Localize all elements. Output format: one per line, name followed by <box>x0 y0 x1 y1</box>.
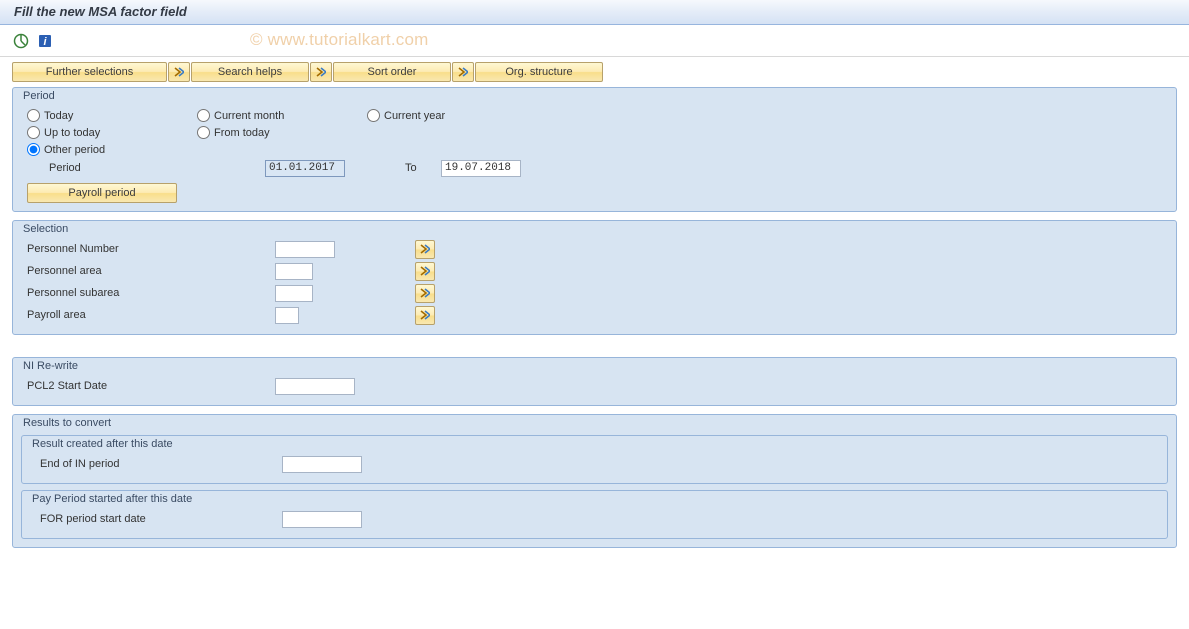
personnel-subarea-input[interactable] <box>275 285 313 302</box>
page-title: Fill the new MSA factor field <box>0 0 1189 25</box>
period-group-title: Period <box>21 88 1168 105</box>
for-period-start-date-input[interactable] <box>282 511 362 528</box>
toolbar: i © www.tutorialkart.com <box>0 25 1189 54</box>
result-created-title: Result created after this date <box>30 436 1159 453</box>
personnel-subarea-label: Personnel subarea <box>25 287 275 299</box>
results-group-title: Results to convert <box>21 415 1168 432</box>
payroll-area-input[interactable] <box>275 307 299 324</box>
org-structure-button[interactable]: Org. structure <box>475 62 603 82</box>
multiple-selection-button[interactable] <box>415 240 435 259</box>
results-group: Results to convert Result created after … <box>12 414 1177 548</box>
end-of-in-period-input[interactable] <box>282 456 362 473</box>
period-to-label: To <box>405 162 441 174</box>
payroll-period-button[interactable]: Payroll period <box>27 183 177 203</box>
radio-up-to-today[interactable]: Up to today <box>27 126 197 139</box>
arrow-icon[interactable] <box>310 62 332 82</box>
arrow-icon[interactable] <box>452 62 474 82</box>
pay-period-subgroup: Pay Period started after this date FOR p… <box>21 490 1168 539</box>
radio-other-period[interactable]: Other period <box>27 143 197 156</box>
info-icon[interactable]: i <box>36 32 54 50</box>
multiple-selection-button[interactable] <box>415 306 435 325</box>
search-helps-button[interactable]: Search helps <box>191 62 309 82</box>
personnel-number-label: Personnel Number <box>25 243 275 255</box>
pcl2-start-date-label: PCL2 Start Date <box>25 380 275 392</box>
period-label: Period <box>49 162 265 174</box>
selection-group-title: Selection <box>21 221 1168 238</box>
action-button-row: Further selections Search helps Sort ord… <box>0 57 1189 87</box>
multiple-selection-button[interactable] <box>415 262 435 281</box>
ni-rewrite-group: NI Re-write PCL2 Start Date <box>12 357 1177 406</box>
sort-order-button[interactable]: Sort order <box>333 62 451 82</box>
pcl2-start-date-input[interactable] <box>275 378 355 395</box>
period-from-input[interactable] <box>265 160 345 177</box>
period-to-input[interactable] <box>441 160 521 177</box>
personnel-number-input[interactable] <box>275 241 335 258</box>
multiple-selection-button[interactable] <box>415 284 435 303</box>
further-selections-button[interactable]: Further selections <box>12 62 167 82</box>
radio-label: Current month <box>214 110 284 122</box>
end-of-in-period-label: End of IN period <box>38 458 282 470</box>
radio-label: From today <box>214 127 270 139</box>
pay-period-title: Pay Period started after this date <box>30 491 1159 508</box>
radio-label: Other period <box>44 144 105 156</box>
for-period-start-date-label: FOR period start date <box>38 513 282 525</box>
personnel-area-input[interactable] <box>275 263 313 280</box>
radio-label: Up to today <box>44 127 100 139</box>
ni-rewrite-group-title: NI Re-write <box>21 358 1168 375</box>
radio-today[interactable]: Today <box>27 109 197 122</box>
personnel-area-label: Personnel area <box>25 265 275 277</box>
radio-current-month[interactable]: Current month <box>197 109 367 122</box>
radio-label: Today <box>44 110 73 122</box>
execute-icon[interactable] <box>12 32 30 50</box>
arrow-icon[interactable] <box>168 62 190 82</box>
payroll-area-label: Payroll area <box>25 309 275 321</box>
watermark: © www.tutorialkart.com <box>250 30 428 50</box>
period-group: Period Today Current month Current year … <box>12 87 1177 212</box>
radio-current-year[interactable]: Current year <box>367 109 537 122</box>
radio-label: Current year <box>384 110 445 122</box>
radio-from-today[interactable]: From today <box>197 126 367 139</box>
selection-group: Selection Personnel Number Personnel are… <box>12 220 1177 335</box>
result-created-subgroup: Result created after this date End of IN… <box>21 435 1168 484</box>
